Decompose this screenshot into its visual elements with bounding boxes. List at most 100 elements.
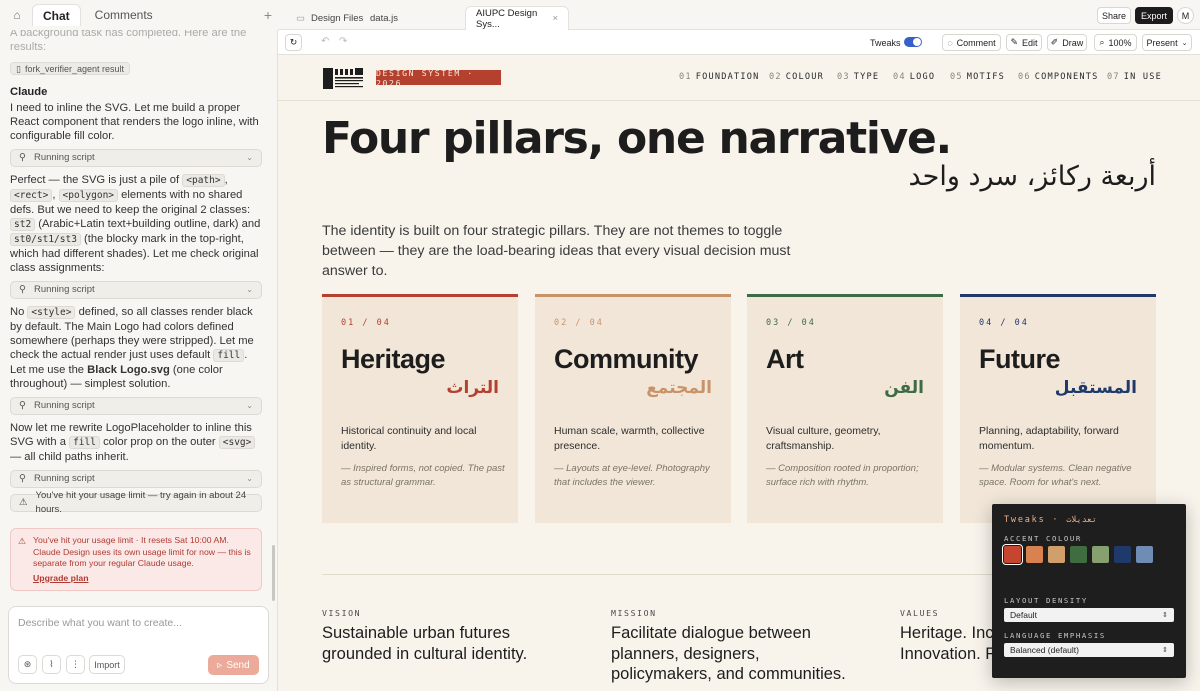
usage-limit-row: ⚠ You've hit your usage limit — try agai… bbox=[10, 490, 262, 515]
redo-icon[interactable]: ↷ bbox=[339, 36, 347, 47]
message-composer[interactable]: Describe what you want to create... ⊛ ⌇ … bbox=[8, 606, 269, 684]
swatch-sand[interactable] bbox=[1048, 546, 1065, 563]
chat-panel-tabs: ⌂ Chat Comments + bbox=[0, 0, 278, 30]
share-button[interactable]: Share bbox=[1097, 7, 1131, 24]
swatch-steel-blue[interactable] bbox=[1136, 546, 1153, 563]
pillar-name-arabic: التراث bbox=[446, 378, 499, 397]
assistant-message: Perfect — the SVG is just a pile of <pat… bbox=[10, 174, 261, 274]
script-icon: ⚲ bbox=[19, 473, 26, 484]
language-emphasis-label: LANGUAGE EMPHASIS bbox=[1004, 631, 1106, 640]
language-emphasis-value: Balanced (default) bbox=[1010, 645, 1079, 655]
intro-paragraph: The identity is built on four strategic … bbox=[322, 223, 791, 279]
script-icon: ⚲ bbox=[19, 400, 26, 411]
nav-logo[interactable]: 04 LOGO bbox=[893, 72, 935, 82]
edit-button[interactable]: ✎ Edit bbox=[1006, 34, 1042, 51]
pillar-name: Art bbox=[766, 344, 804, 374]
running-script-label: Running script bbox=[33, 284, 95, 295]
swatch-orange[interactable] bbox=[1026, 546, 1043, 563]
export-button[interactable]: Export bbox=[1135, 7, 1173, 24]
file-icon: ▯ bbox=[16, 63, 21, 74]
import-button[interactable]: Import bbox=[89, 655, 125, 674]
settings-icon[interactable]: ⊛ bbox=[18, 655, 37, 674]
pillar-number: 03 / 04 bbox=[766, 318, 816, 328]
composer-input[interactable]: Describe what you want to create... bbox=[18, 617, 182, 629]
draw-button[interactable]: ✐ Draw bbox=[1047, 34, 1087, 51]
pillar-quote: — Inspired forms, not copied. The past a… bbox=[341, 463, 505, 488]
chevron-down-icon: ⌄ bbox=[246, 401, 253, 410]
running-script-row[interactable]: ⚲ Running script ⌄ bbox=[10, 281, 262, 299]
send-icon: ▹ bbox=[217, 659, 223, 671]
running-script-label: Running script bbox=[33, 152, 95, 163]
tweaks-toggle[interactable] bbox=[904, 37, 922, 47]
upgrade-plan-link[interactable]: Upgrade plan bbox=[33, 573, 89, 585]
logo-icon bbox=[323, 68, 363, 89]
attach-icon[interactable]: ⌇ bbox=[42, 655, 61, 674]
pillar-quote: — Layouts at eye-level. Photography that… bbox=[554, 463, 710, 488]
chat-scrollbar[interactable] bbox=[272, 545, 275, 601]
nav-foundation[interactable]: 01 FOUNDATION bbox=[679, 72, 760, 82]
language-emphasis-select[interactable]: Balanced (default) ⇕ bbox=[1004, 643, 1174, 657]
tab-design-files-label: Design Files bbox=[310, 12, 364, 24]
present-button[interactable]: Present ⌄ bbox=[1142, 34, 1192, 51]
new-chat-plus-icon[interactable]: + bbox=[264, 8, 272, 22]
result-chip[interactable]: ▯ fork_verifier_agent result bbox=[10, 62, 131, 75]
tab-chat[interactable]: Chat bbox=[32, 4, 81, 26]
updown-icon: ⇕ bbox=[1162, 647, 1168, 654]
nav-components[interactable]: 06 COMPONENTS bbox=[1018, 72, 1099, 82]
refresh-icon[interactable]: ↻ bbox=[285, 34, 302, 51]
nav-in-use[interactable]: 07 IN USE bbox=[1107, 72, 1162, 82]
pillar-accent-bar bbox=[322, 294, 518, 297]
close-icon[interactable]: × bbox=[552, 13, 558, 24]
swatch-sage[interactable] bbox=[1092, 546, 1109, 563]
undo-icon[interactable]: ↶ bbox=[321, 36, 329, 47]
chevron-down-icon: ⌄ bbox=[246, 285, 253, 294]
pillar-quote: — Modular systems. Clean negative space.… bbox=[979, 463, 1132, 488]
running-script-row[interactable]: ⚲ Running script ⌄ bbox=[10, 470, 262, 488]
page-title: Four pillars, one narrative. bbox=[322, 113, 952, 164]
pillar-card-future: 04 / 04 Future المستقبل Planning, adapta… bbox=[960, 294, 1156, 523]
edit-icon: ✎ bbox=[1010, 37, 1019, 47]
tweaks-label: Tweaks bbox=[870, 38, 901, 48]
swatch-green[interactable] bbox=[1070, 546, 1087, 563]
home-icon[interactable]: ⌂ bbox=[8, 6, 26, 24]
pillar-name-arabic: المستقبل bbox=[1054, 378, 1137, 397]
tab-data-js-label: data.js bbox=[370, 12, 398, 24]
zoom-button[interactable]: ⌕ 100% bbox=[1094, 34, 1137, 51]
swatch-terracotta[interactable] bbox=[1002, 544, 1023, 565]
pillar-number: 01 / 04 bbox=[341, 318, 391, 328]
script-icon: ⚲ bbox=[19, 284, 26, 295]
audio-icon[interactable]: ⋮ bbox=[66, 655, 85, 674]
running-script-row[interactable]: ⚲ Running script ⌄ bbox=[10, 397, 262, 415]
swatch-navy[interactable] bbox=[1114, 546, 1131, 563]
pillar-name: Heritage bbox=[341, 344, 446, 374]
nav-motifs[interactable]: 05 MOTIFS bbox=[950, 72, 1005, 82]
nav-type[interactable]: 03 TYPE bbox=[837, 72, 879, 82]
tab-active-design-system[interactable]: AIUPC Design Sys... × bbox=[465, 6, 569, 30]
folder-icon: ▭ bbox=[296, 12, 305, 24]
pillar-description: Visual culture, geometry, craftsmanship. bbox=[766, 425, 881, 452]
pillar-name-arabic: المجتمع bbox=[646, 378, 712, 397]
nav-colour[interactable]: 02 COLOUR bbox=[769, 72, 824, 82]
send-button[interactable]: ▹ Send bbox=[208, 655, 259, 675]
chevron-down-icon: ⌄ bbox=[1181, 39, 1188, 47]
send-label: Send bbox=[226, 659, 250, 671]
tab-data-js[interactable]: data.js bbox=[360, 6, 408, 30]
tab-comments[interactable]: Comments bbox=[85, 4, 163, 26]
running-script-row[interactable]: ⚲ Running script ⌄ bbox=[10, 149, 262, 167]
tweaks-title: Tweaks · تعديلات bbox=[1004, 515, 1097, 525]
pillar-number: 02 / 04 bbox=[554, 318, 604, 328]
draw-icon: ✐ bbox=[1050, 37, 1059, 47]
avatar[interactable]: M bbox=[1177, 7, 1194, 24]
pillar-accent-bar bbox=[535, 294, 731, 297]
draw-label: Draw bbox=[1062, 37, 1084, 48]
assistant-message: No <style> defined, so all classes rende… bbox=[10, 306, 254, 390]
chat-panel: ⌂ Chat Comments + A background task has … bbox=[0, 0, 278, 691]
pillar-quote: — Composition rooted in proportion; surf… bbox=[766, 463, 919, 488]
mission-text: Facilitate dialogue between planners, de… bbox=[611, 624, 846, 683]
pillar-card-community: 02 / 04 Community المجتمع Human scale, w… bbox=[535, 294, 731, 523]
values-label: VALUES bbox=[900, 608, 940, 618]
pillar-accent-bar bbox=[747, 294, 943, 297]
comment-button[interactable]: ◌ Comment bbox=[942, 34, 1001, 51]
chevron-down-icon: ⌄ bbox=[246, 474, 253, 483]
layout-density-select[interactable]: Default ⇕ bbox=[1004, 608, 1174, 622]
